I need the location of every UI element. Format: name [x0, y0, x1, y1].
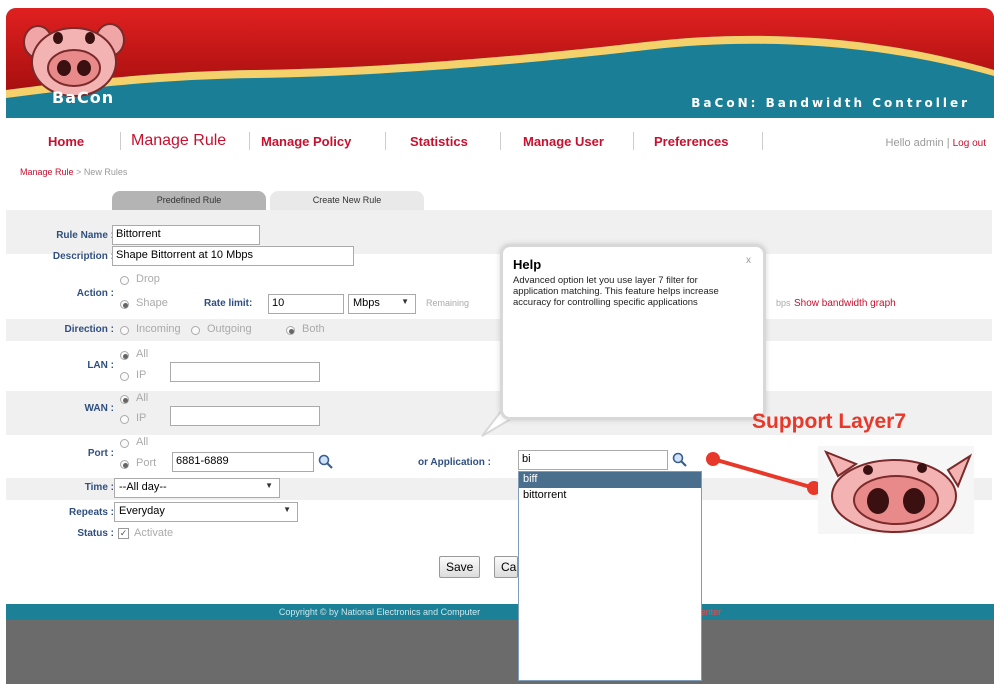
- wan-ip-label: IP: [136, 412, 147, 424]
- action-drop-label: Drop: [136, 273, 160, 285]
- nav-divider: [120, 132, 121, 150]
- nav-manage-user[interactable]: Manage User: [523, 134, 604, 149]
- show-bandwidth-graph-link[interactable]: Show bandwidth graph: [794, 298, 896, 309]
- breadcrumb: Manage Rule > New Rules: [20, 167, 127, 177]
- support-layer7-annotation: Support Layer7: [752, 410, 907, 433]
- autocomplete-item[interactable]: biff: [519, 472, 701, 488]
- nav-divider: [385, 132, 386, 150]
- help-body: Advanced option let you use layer 7 filt…: [513, 275, 719, 308]
- remaining-suffix: bps: [776, 298, 791, 308]
- nav-preferences[interactable]: Preferences: [654, 134, 728, 149]
- repeats-select-value: Everyday: [119, 505, 165, 517]
- rule-form: Rule Name : Bittorrent Description : Sha…: [6, 210, 992, 600]
- port-range-input[interactable]: 6881-6889: [172, 452, 314, 472]
- breadcrumb-parent[interactable]: Manage Rule: [20, 167, 74, 177]
- logout-link[interactable]: Log out: [953, 138, 986, 149]
- status-activate-label: Activate: [134, 527, 174, 539]
- logo-text: BaCon: [52, 88, 115, 107]
- rule-name-input[interactable]: Bittorrent: [112, 225, 260, 245]
- save-button[interactable]: Save: [439, 556, 481, 578]
- lan-ip-input[interactable]: [170, 362, 320, 382]
- rate-limit-label: Rate limit:: [204, 298, 253, 309]
- direction-both-radio[interactable]: [286, 326, 295, 335]
- annotation-connector: [706, 452, 821, 495]
- port-label: Port :: [87, 448, 114, 459]
- direction-label: Direction :: [64, 324, 114, 335]
- port-all-label: All: [136, 436, 149, 448]
- app-header: BaCon BaCoN: Bandwidth Controller: [6, 8, 994, 118]
- lan-all-label: All: [136, 348, 149, 360]
- chevron-down-icon: ▼: [401, 297, 409, 306]
- tab-create-new-rule[interactable]: Create New Rule: [270, 191, 424, 210]
- pig-mascot-icon: [818, 446, 974, 534]
- form-row-bg: [6, 342, 992, 390]
- nav-divider: [762, 132, 763, 150]
- action-shape-label: Shape: [136, 297, 168, 309]
- rule-name-label: Rule Name :: [56, 230, 114, 241]
- close-icon[interactable]: x: [746, 255, 751, 266]
- repeats-label: Repeats :: [68, 507, 114, 518]
- wan-ip-input[interactable]: [170, 406, 320, 426]
- wan-all-label: All: [136, 392, 149, 404]
- status-label: Status :: [77, 528, 114, 539]
- lan-ip-label: IP: [136, 369, 147, 381]
- direction-incoming-radio[interactable]: [120, 326, 129, 335]
- action-shape-radio[interactable]: [120, 300, 129, 309]
- tab-predefined-rule[interactable]: Predefined Rule: [112, 191, 266, 210]
- app-subtitle: BaCoN: Bandwidth Controller: [691, 96, 970, 110]
- help-popup: Help x Advanced option let you use layer…: [500, 244, 766, 420]
- direction-outgoing-label: Outgoing: [207, 323, 252, 335]
- nav-divider: [249, 132, 250, 150]
- chevron-down-icon: ▼: [283, 505, 291, 514]
- footer-copyright: Copyright © by National Electronics and …: [278, 607, 481, 617]
- nav-divider: [500, 132, 501, 150]
- nav-manage-policy[interactable]: Manage Policy: [261, 134, 351, 149]
- cancel-button[interactable]: Ca: [494, 556, 518, 578]
- description-label: Description :: [52, 251, 114, 262]
- wan-ip-radio[interactable]: [120, 415, 129, 424]
- breadcrumb-separator: >: [73, 167, 84, 177]
- direction-incoming-label: Incoming: [136, 323, 181, 335]
- remaining-label: Remaining: [426, 298, 470, 308]
- lan-label: LAN :: [87, 360, 114, 371]
- footer-bar: Copyright © by National Electronics and …: [6, 604, 994, 620]
- status-activate-checkbox[interactable]: ✓: [118, 528, 129, 539]
- port-search-icon[interactable]: [318, 454, 334, 470]
- time-select[interactable]: --All day-- ▼: [114, 478, 280, 498]
- port-port-label: Port: [136, 457, 157, 469]
- repeats-select[interactable]: Everyday ▼: [114, 502, 298, 522]
- application-input[interactable]: bi: [518, 450, 668, 470]
- lan-all-radio[interactable]: [120, 351, 129, 360]
- action-label: Action :: [76, 288, 114, 299]
- nav-home[interactable]: Home: [48, 134, 84, 149]
- port-port-radio[interactable]: [120, 460, 129, 469]
- rate-unit-value: Mbps: [353, 297, 380, 309]
- wan-label: WAN :: [84, 403, 114, 414]
- greeting-text: Hello admin: [885, 137, 944, 149]
- main-nav: Home Manage Rule Manage Policy Statistic…: [0, 126, 994, 162]
- rate-limit-input[interactable]: 10: [268, 294, 344, 314]
- application-label: or Application :: [418, 457, 491, 468]
- application-search-icon[interactable]: [672, 452, 688, 468]
- page-footer: Copyright © by National Electronics and …: [6, 604, 994, 684]
- time-select-value: --All day--: [119, 481, 167, 493]
- action-drop-radio[interactable]: [120, 276, 129, 285]
- time-label: Time :: [84, 482, 114, 493]
- user-greeting: Hello admin | Log out: [885, 137, 986, 149]
- rate-unit-select[interactable]: Mbps ▼: [348, 294, 416, 314]
- chevron-down-icon: ▼: [265, 481, 273, 490]
- description-input[interactable]: Shape Bittorrent at 10 Mbps: [112, 246, 354, 266]
- direction-both-label: Both: [302, 323, 325, 335]
- application-autocomplete-list: biff bittorrent: [518, 471, 702, 681]
- wan-all-radio[interactable]: [120, 395, 129, 404]
- lan-ip-radio[interactable]: [120, 372, 129, 381]
- nav-statistics[interactable]: Statistics: [410, 134, 468, 149]
- direction-outgoing-radio[interactable]: [191, 326, 200, 335]
- port-all-radio[interactable]: [120, 439, 129, 448]
- breadcrumb-current: New Rules: [83, 167, 128, 177]
- nav-divider: [633, 132, 634, 150]
- autocomplete-item[interactable]: bittorrent: [519, 488, 701, 504]
- help-title: Help: [513, 257, 542, 272]
- nav-manage-rule[interactable]: Manage Rule: [131, 132, 226, 150]
